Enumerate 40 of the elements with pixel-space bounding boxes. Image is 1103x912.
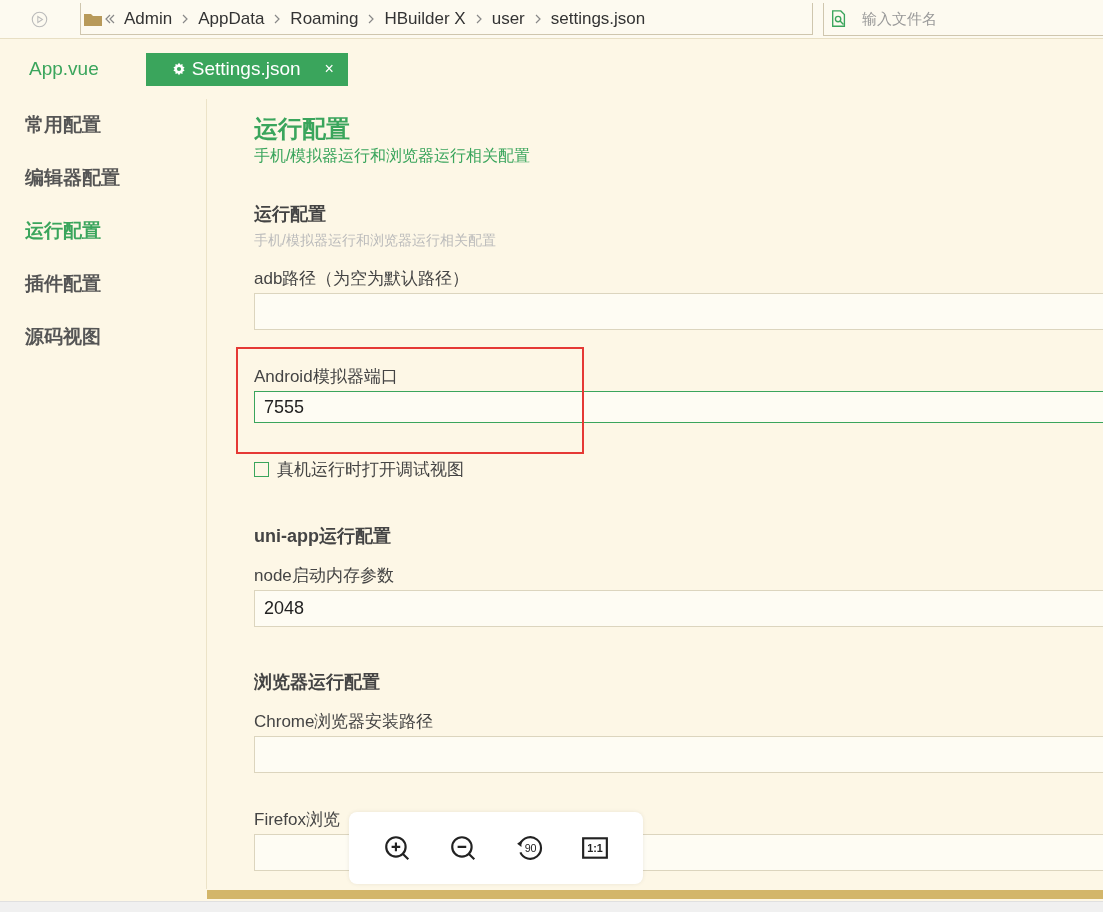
breadcrumb-item[interactable]: settings.json bbox=[550, 8, 646, 29]
field-label: Firefox浏览 bbox=[254, 809, 341, 831]
input-field[interactable] bbox=[254, 293, 1103, 330]
actual-size-icon[interactable]: 1:1 bbox=[581, 834, 609, 862]
chevron-icon bbox=[533, 12, 542, 25]
sidebar-item[interactable]: 源码视图 bbox=[0, 323, 206, 376]
sidebar-item[interactable]: 常用配置 bbox=[0, 111, 206, 164]
gear-icon bbox=[171, 62, 186, 76]
breadcrumb-item[interactable]: Roaming bbox=[290, 8, 359, 29]
input-field[interactable]: 2048 bbox=[254, 590, 1103, 627]
input-field[interactable] bbox=[254, 736, 1103, 773]
chevron-icon bbox=[474, 12, 483, 25]
zoom-in-icon[interactable] bbox=[383, 834, 411, 862]
field-label: node启动内存参数 bbox=[254, 565, 395, 587]
double-chevron-icon[interactable] bbox=[105, 12, 115, 25]
sidebar-item[interactable]: 插件配置 bbox=[0, 270, 206, 323]
sidebar-item[interactable]: 编辑器配置 bbox=[0, 164, 206, 217]
checkbox[interactable] bbox=[254, 461, 269, 477]
zoom-out-icon[interactable] bbox=[449, 834, 477, 862]
page-title: 运行配置 bbox=[254, 114, 351, 144]
checkbox-label: 真机运行时打开调试视图 bbox=[277, 458, 464, 481]
chevron-icon bbox=[367, 12, 376, 25]
breadcrumb-item[interactable]: user bbox=[491, 8, 525, 29]
section-title: uni-app运行配置 bbox=[254, 525, 392, 548]
field-label: Android模拟器端口 bbox=[254, 366, 399, 388]
breadcrumb-item[interactable]: Admin bbox=[124, 8, 173, 29]
section-title: 浏览器运行配置 bbox=[254, 671, 381, 694]
input-field[interactable]: 7555 bbox=[254, 391, 1103, 423]
section-title: 运行配置 bbox=[254, 203, 327, 226]
chevron-icon bbox=[181, 12, 190, 25]
chevron-icon bbox=[273, 12, 282, 25]
search-field[interactable]: 输入文件名 bbox=[862, 10, 1062, 27]
breadcrumb-item[interactable]: AppData bbox=[198, 8, 265, 29]
breadcrumb-item[interactable]: HBuilder X bbox=[384, 8, 466, 29]
page-subtitle: 手机/模拟器运行和浏览器运行相关配置 bbox=[254, 146, 532, 166]
section-description: 手机/模拟器运行和浏览器运行相关配置 bbox=[254, 231, 497, 250]
field-label: Chrome浏览器安装路径 bbox=[254, 711, 435, 733]
file-search-icon bbox=[830, 9, 848, 28]
run-icon[interactable] bbox=[31, 10, 48, 28]
field-label: adb路径（为空为默认路径） bbox=[254, 268, 471, 290]
